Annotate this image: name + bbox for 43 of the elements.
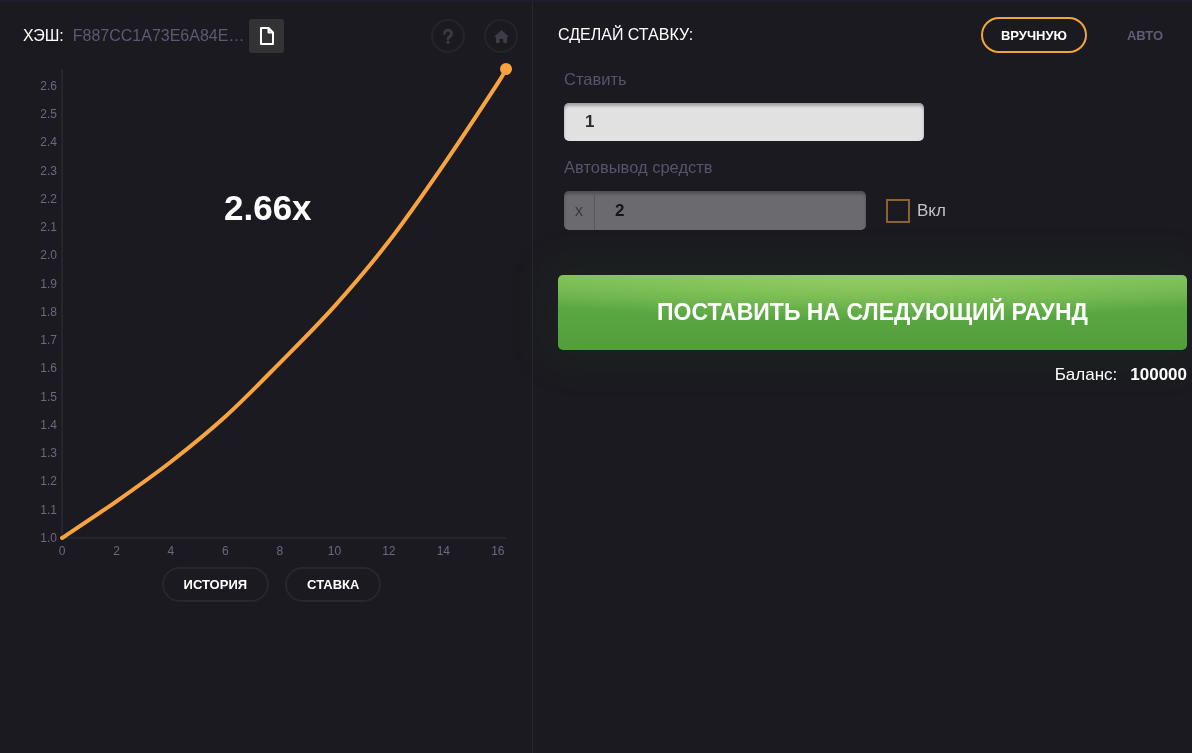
balance-label: Баланс: [1054,365,1118,385]
checkbox-label: Вкл [917,200,946,221]
mode-tab[interactable]: ВРУЧНУЮ [981,17,1087,53]
axis-tick-label: 1.1 [40,502,57,517]
axis-tick-label: 2.0 [40,248,57,263]
axis-tick-label: 2.6 [40,78,57,93]
axis-tick-label: 16 [491,544,505,558]
axis-tick-label: 2.2 [40,191,57,206]
axis-tick-label: 12 [382,544,396,558]
axis-tick-label: 8 [276,544,284,558]
document-icon [259,27,274,45]
axis-tick-label: 1.5 [40,389,57,404]
pill-button[interactable]: ИСТОРИЯ [161,567,270,602]
copy-button[interactable] [249,19,285,53]
field-label: Автовывод средств [564,157,713,177]
axis-tick-label: 1.8 [40,305,57,319]
axis-tick-label: 1.2 [40,474,57,489]
axis-tick-label: 4 [167,544,175,558]
axis-tick-label: 0 [58,544,66,558]
home-icon [493,29,509,43]
axis-tick-label: 2.1 [40,220,57,235]
axis-tick-label: 2 [113,544,120,558]
axis-tick-label: 10 [327,544,342,558]
help-icon [443,28,453,44]
axis-tick-label: 1.6 [40,361,57,376]
checkbox[interactable] [886,198,910,223]
axis-tick-label: 1.0 [40,531,57,545]
field-label: Ставить [564,69,627,89]
axis-tick-label: 14 [436,544,451,558]
axis-tick-label: 2.5 [40,107,57,122]
hash-value: F887CC1A73E6A84E… [72,27,245,45]
pill-button[interactable]: СТАВКА [285,567,382,602]
axis-tick-label: 1.9 [40,276,57,291]
axis-tick-label: 1.3 [40,446,57,461]
axis-tick-label: 2.4 [40,135,57,150]
bet-amount-field[interactable]: 1 [564,103,924,141]
axis-tick-label: 6 [222,544,229,558]
axis-tick-label: 1.7 [40,333,57,348]
axis-tick-label: 1.4 [40,418,57,432]
axis-tick-label: 2.3 [40,163,57,178]
hash-label: ХЭШ: [23,27,64,45]
balance-value: 100000 [1130,365,1187,385]
panel-title: СДЕЛАЙ СТАВКУ: [558,26,695,44]
